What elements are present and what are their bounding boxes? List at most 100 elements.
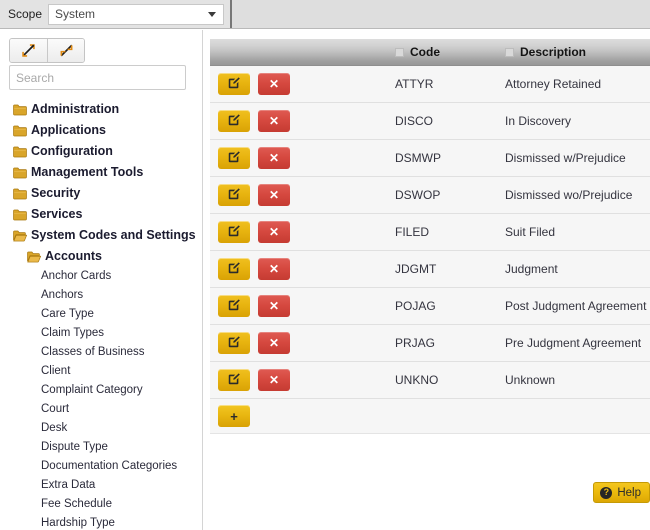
search-field-wrapper [9, 65, 186, 90]
table-row[interactable]: ✕DISCOIn Discovery [210, 103, 650, 140]
cell-code: DSMWP [395, 151, 505, 165]
sidebar-item-desk[interactable]: Desk [0, 419, 203, 438]
folder-closed-icon [13, 188, 27, 200]
sidebar-item-extra-data[interactable]: Extra Data [0, 476, 203, 495]
cell-description: Attorney Retained [505, 77, 650, 91]
table-row[interactable]: ✕JDGMTJudgment [210, 251, 650, 288]
row-actions-cell: ✕ [210, 184, 395, 206]
sidebar-item-label: Documentation Categories [37, 458, 177, 475]
sidebar-item-complaint-category[interactable]: Complaint Category [0, 381, 203, 400]
sidebar-item-label: Hardship Type [37, 515, 115, 530]
sidebar-item-label: Client [37, 363, 70, 380]
sidebar-item-classes-of-business[interactable]: Classes of Business [0, 343, 203, 362]
close-x-icon: ✕ [269, 78, 279, 90]
code-column-checkbox-icon[interactable] [395, 48, 404, 57]
folder-closed-icon [13, 104, 27, 116]
edit-row-button[interactable] [218, 295, 250, 317]
cell-description: Dismissed w/Prejudice [505, 151, 650, 165]
search-input[interactable] [9, 65, 186, 90]
footer-bar: ? Help [210, 482, 650, 508]
sidebar-item-label: Accounts [41, 248, 102, 265]
sidebar-item-anchor-cards[interactable]: Anchor Cards [0, 267, 203, 286]
row-actions-cell: ✕ [210, 295, 395, 317]
chevron-down-icon [208, 12, 216, 17]
sidebar-item-care-type[interactable]: Care Type [0, 305, 203, 324]
sidebar-item-fee-schedule[interactable]: Fee Schedule [0, 495, 203, 514]
expand-all-button[interactable] [10, 39, 47, 62]
close-x-icon: ✕ [269, 226, 279, 238]
edit-row-button[interactable] [218, 184, 250, 206]
sidebar-item-accounts[interactable]: Accounts [0, 246, 203, 267]
sidebar-item-administration[interactable]: Administration [0, 99, 203, 120]
delete-row-button[interactable]: ✕ [258, 147, 290, 169]
delete-row-button[interactable]: ✕ [258, 73, 290, 95]
scope-bar: Scope System [0, 0, 650, 29]
pencil-square-icon [227, 261, 241, 278]
close-x-icon: ✕ [269, 115, 279, 127]
edit-row-button[interactable] [218, 332, 250, 354]
pencil-square-icon [227, 224, 241, 241]
pencil-square-icon [227, 76, 241, 93]
delete-row-button[interactable]: ✕ [258, 369, 290, 391]
folder-closed-icon [13, 125, 27, 137]
sidebar-item-label: Anchors [37, 287, 83, 304]
delete-row-button[interactable]: ✕ [258, 110, 290, 132]
grid-header-code[interactable]: Code [395, 45, 505, 59]
sidebar-item-hardship-type[interactable]: Hardship Type [0, 514, 203, 530]
sidebar-item-services[interactable]: Services [0, 204, 203, 225]
sidebar-item-security[interactable]: Security [0, 183, 203, 204]
grid-header-description[interactable]: Description [505, 45, 650, 59]
sidebar-item-dispute-type[interactable]: Dispute Type [0, 438, 203, 457]
pencil-square-icon [227, 150, 241, 167]
help-button[interactable]: ? Help [593, 482, 650, 503]
edit-row-button[interactable] [218, 147, 250, 169]
table-row[interactable]: ✕ DSMWPDismissed w/Prejudice [210, 140, 650, 177]
cell-code: POJAG [395, 299, 505, 313]
pencil-square-icon [227, 298, 241, 315]
table-row[interactable]: ✕UNKNOUnknown [210, 362, 650, 399]
help-button-label: Help [617, 487, 641, 499]
sidebar-item-system-codes-and-settings[interactable]: System Codes and Settings [0, 225, 203, 246]
edit-row-button[interactable] [218, 258, 250, 280]
cell-code: UNKNO [395, 373, 505, 387]
sidebar-item-configuration[interactable]: Configuration [0, 141, 203, 162]
delete-row-button[interactable]: ✕ [258, 184, 290, 206]
table-row[interactable]: ✕FILEDSuit Filed [210, 214, 650, 251]
sidebar-item-anchors[interactable]: Anchors [0, 286, 203, 305]
add-record-button[interactable]: + [218, 405, 250, 427]
table-row[interactable]: ✕ATTYRAttorney Retained [210, 66, 650, 103]
table-row[interactable]: ✕POJAGPost Judgment Agreement [210, 288, 650, 325]
sidebar-item-applications[interactable]: Applications [0, 120, 203, 141]
delete-row-button[interactable]: ✕ [258, 258, 290, 280]
sidebar-item-management-tools[interactable]: Management Tools [0, 162, 203, 183]
sidebar-item-claim-types[interactable]: Claim Types [0, 324, 203, 343]
delete-row-button[interactable]: ✕ [258, 332, 290, 354]
expand-arrows-icon [21, 43, 36, 58]
table-row[interactable]: ✕DSWOPDismissed wo/Prejudice [210, 177, 650, 214]
delete-row-button[interactable]: ✕ [258, 221, 290, 243]
description-column-checkbox-icon[interactable] [505, 48, 514, 57]
collapse-all-button[interactable] [47, 39, 84, 62]
tree-toolbar [9, 38, 85, 63]
table-row[interactable]: ✕PRJAGPre Judgment Agreement [210, 325, 650, 362]
collapse-arrows-icon [59, 43, 74, 58]
scope-dropdown[interactable]: System [48, 4, 224, 25]
pencil-square-icon [227, 335, 241, 352]
edit-row-button[interactable] [218, 73, 250, 95]
pencil-square-icon [227, 187, 241, 204]
grid-add-row: + [210, 399, 650, 434]
settings-tree: AdministrationApplicationsConfigurationM… [0, 99, 203, 530]
sidebar-item-court[interactable]: Court [0, 400, 203, 419]
edit-row-button[interactable] [218, 110, 250, 132]
grid-body: ✕ATTYRAttorney Retained✕DISCOIn Discover… [210, 66, 650, 399]
edit-row-button[interactable] [218, 221, 250, 243]
grid-header-description-label: Description [520, 45, 586, 59]
edit-row-button[interactable] [218, 369, 250, 391]
close-x-icon: ✕ [269, 152, 279, 164]
sidebar-item-documentation-categories[interactable]: Documentation Categories [0, 457, 203, 476]
scope-selector-group: Scope System [0, 0, 232, 28]
row-actions-cell: ✕ [210, 221, 395, 243]
sidebar-item-client[interactable]: Client [0, 362, 203, 381]
folder-closed-icon [13, 167, 27, 179]
delete-row-button[interactable]: ✕ [258, 295, 290, 317]
